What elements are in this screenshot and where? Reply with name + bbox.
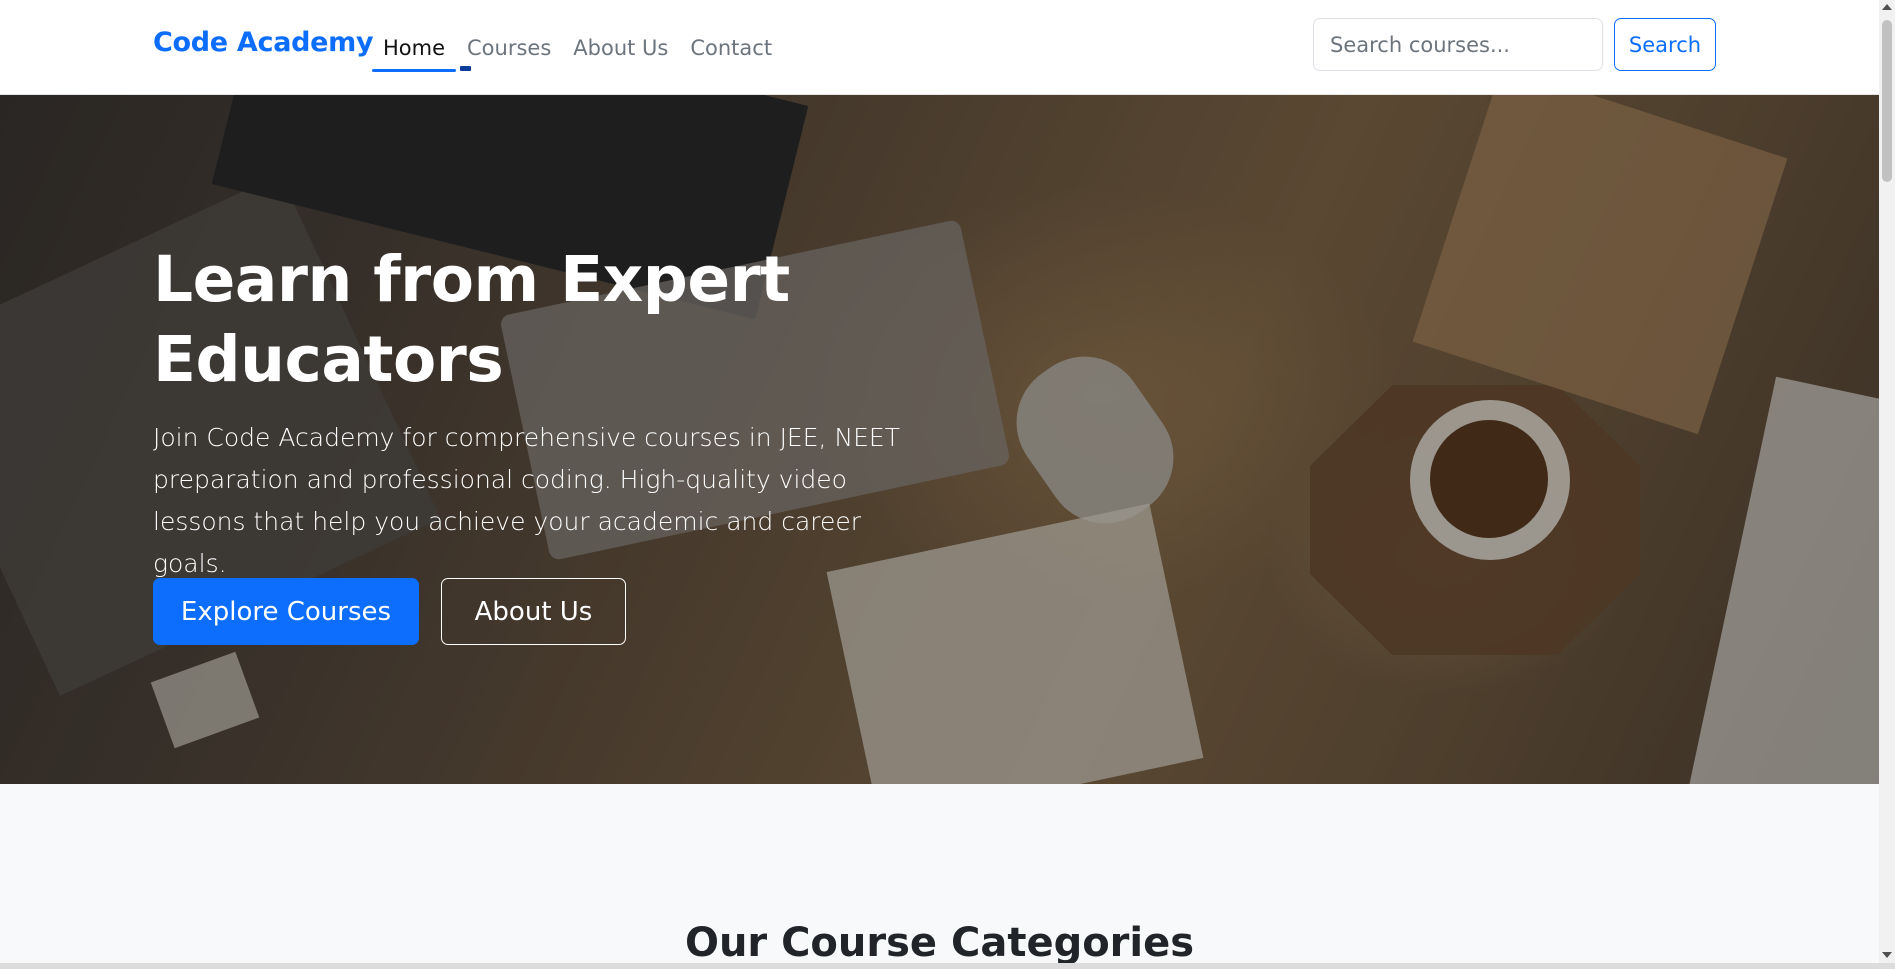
scroll-up-arrow-icon[interactable] xyxy=(1882,4,1892,10)
brand-logo[interactable]: Code Academy xyxy=(153,27,374,58)
course-categories-heading: Our Course Categories xyxy=(684,920,1195,963)
nav-contact[interactable]: Contact xyxy=(679,0,783,95)
search-button[interactable]: Search xyxy=(1614,18,1716,71)
page: Code Academy Home Courses About Us Conta… xyxy=(0,0,1879,963)
nav-courses[interactable]: Courses xyxy=(456,0,562,95)
scroll-down-arrow-icon[interactable] xyxy=(1882,952,1892,958)
nav-about-us[interactable]: About Us xyxy=(562,0,679,95)
nav-home[interactable]: Home xyxy=(372,0,457,95)
navbar: Code Academy Home Courses About Us Conta… xyxy=(0,0,1879,95)
explore-courses-button[interactable]: Explore Courses xyxy=(153,578,419,645)
horizontal-scrollbar[interactable] xyxy=(0,963,1895,969)
vertical-scrollbar[interactable] xyxy=(1879,0,1895,963)
hero-title: Learn from Expert Educators xyxy=(153,243,790,396)
hero-description: Join Code Academy for comprehensive cour… xyxy=(153,423,900,578)
main-nav: Home Courses About Us Contact xyxy=(372,0,783,95)
search-input[interactable] xyxy=(1313,18,1603,71)
scrollbar-thumb[interactable] xyxy=(1882,20,1892,182)
hero-section: Learn from Expert Educators Join Code Ac… xyxy=(0,95,1879,784)
courses-dropdown-indicator-icon xyxy=(460,66,471,71)
about-us-button[interactable]: About Us xyxy=(441,578,626,645)
